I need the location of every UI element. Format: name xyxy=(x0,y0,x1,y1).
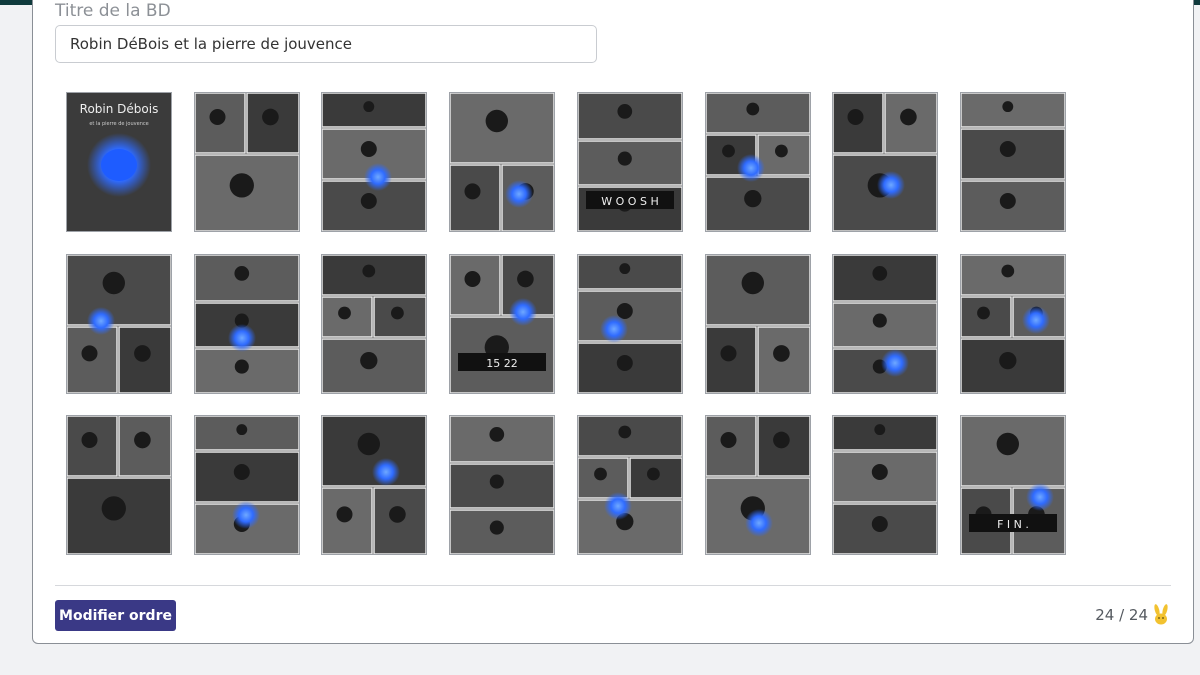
title-input[interactable] xyxy=(55,25,597,63)
comic-page-thumbnail[interactable]: 15 22 xyxy=(449,254,555,394)
comic-page-thumbnail[interactable] xyxy=(577,254,683,394)
comic-page-thumbnail[interactable] xyxy=(194,415,300,555)
comic-page-thumbnail[interactable] xyxy=(321,92,427,232)
comic-page-thumbnail[interactable] xyxy=(449,92,555,232)
svg-text:W O O S H: W O O S H xyxy=(601,195,658,208)
comic-page-thumbnail[interactable] xyxy=(832,92,938,232)
comic-page-thumbnail[interactable]: Robin Débois et la pierre de jouvence xyxy=(66,92,172,232)
comic-page-thumbnail[interactable] xyxy=(705,254,811,394)
svg-text:15 22: 15 22 xyxy=(486,357,518,370)
comic-page-thumbnail[interactable]: W O O S H xyxy=(577,92,683,232)
page-counter: 24 / 24 xyxy=(1095,604,1170,626)
svg-text:Robin Débois: Robin Débois xyxy=(80,102,159,116)
page-counter-text: 24 / 24 xyxy=(1095,606,1148,624)
comic-page-thumbnail[interactable] xyxy=(66,254,172,394)
comic-page-thumbnail[interactable] xyxy=(960,92,1066,232)
comic-page-thumbnail[interactable] xyxy=(194,254,300,394)
comic-page-thumbnail[interactable] xyxy=(705,92,811,232)
comic-page-thumbnail[interactable] xyxy=(960,254,1066,394)
comic-page-thumbnail[interactable] xyxy=(832,415,938,555)
comic-page-thumbnail[interactable]: F I N . xyxy=(960,415,1066,555)
comic-page-thumbnail[interactable] xyxy=(577,415,683,555)
comic-page-thumbnail[interactable] xyxy=(449,415,555,555)
title-label: Titre de la BD xyxy=(55,1,171,21)
comic-page-thumbnail[interactable] xyxy=(705,415,811,555)
svg-text:F I N .: F I N . xyxy=(997,518,1029,531)
reorder-button[interactable]: Modifier ordre xyxy=(55,600,176,631)
comic-page-thumbnail[interactable] xyxy=(194,92,300,232)
divider xyxy=(55,585,1171,586)
rabbit-icon xyxy=(1152,604,1170,626)
comic-page-thumbnail[interactable] xyxy=(321,415,427,555)
comic-page-thumbnail[interactable] xyxy=(832,254,938,394)
comic-page-thumbnail[interactable] xyxy=(66,415,172,555)
comic-page-thumbnail[interactable] xyxy=(321,254,427,394)
svg-text:et la pierre de jouvence: et la pierre de jouvence xyxy=(89,121,148,127)
